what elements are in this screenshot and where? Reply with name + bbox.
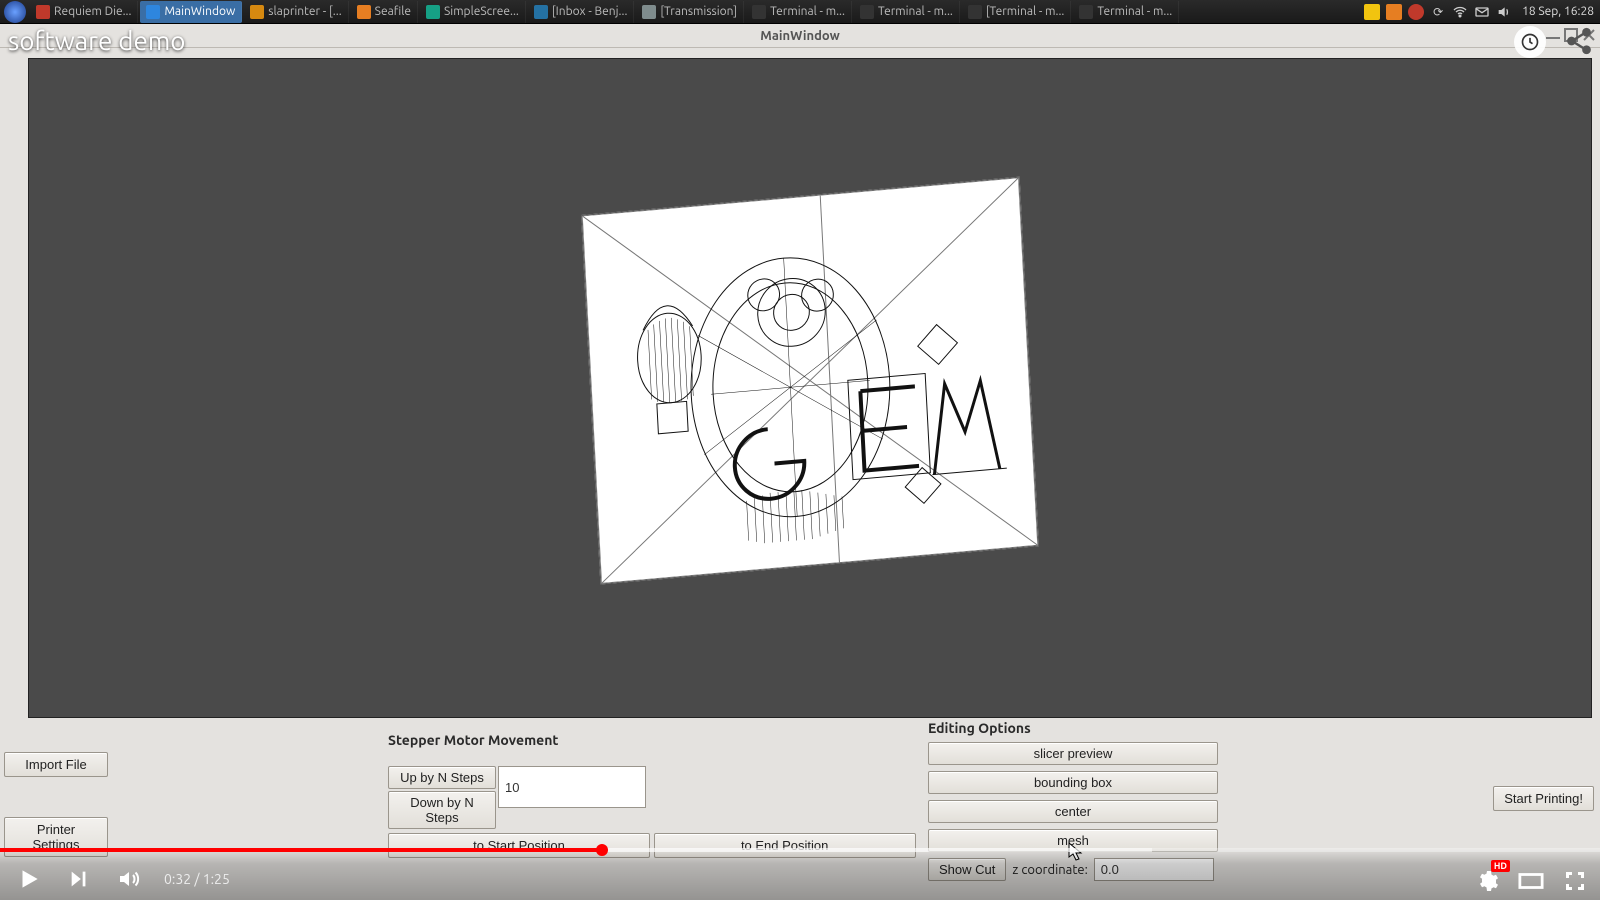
app-icon xyxy=(752,5,766,19)
sync-tray-icon[interactable] xyxy=(1386,4,1402,20)
watch-later-icon[interactable] xyxy=(1514,26,1546,58)
app-icon xyxy=(1079,5,1093,19)
wifi-tray-icon[interactable] xyxy=(1452,4,1468,20)
mesh-preview xyxy=(581,177,1039,585)
stepper-steps-input[interactable] xyxy=(498,766,646,808)
taskbar-item[interactable]: Terminal - m... xyxy=(746,1,852,23)
taskbar-item[interactable]: Terminal - m... xyxy=(854,1,960,23)
taskbar-item-label: MainWindow xyxy=(164,5,235,18)
progress-played xyxy=(0,848,602,852)
app-icon xyxy=(642,5,656,19)
stepper-down-button[interactable]: Down by N Steps xyxy=(388,791,496,829)
taskbar-item[interactable]: Terminal - m... xyxy=(1073,1,1179,23)
stepper-up-button[interactable]: Up by N Steps xyxy=(388,766,496,789)
share-icon[interactable] xyxy=(1564,26,1594,60)
taskbar-item-label: Requiem Die... xyxy=(54,5,131,18)
taskbar-item[interactable]: [Inbox - Benj... xyxy=(528,1,635,23)
start-printing-button[interactable]: Start Printing! xyxy=(1493,786,1594,811)
video-player-bar: 0:32 / 1:25 HD xyxy=(0,848,1600,900)
taskbar-item[interactable]: Requiem Die... xyxy=(30,1,138,23)
app-icon xyxy=(968,5,982,19)
taskbar-item-label: Seafile xyxy=(375,5,411,18)
volume-tray-icon[interactable] xyxy=(1496,4,1512,20)
progress-knob-icon[interactable] xyxy=(596,844,608,856)
video-title: software demo xyxy=(8,26,186,55)
taskbar-item[interactable]: slaprinter - [... xyxy=(244,1,348,23)
bounding-box-button[interactable]: bounding box xyxy=(928,771,1218,794)
taskbar-item[interactable]: [Transmission] xyxy=(636,1,744,23)
app-icon xyxy=(250,5,264,19)
app-icon xyxy=(534,5,548,19)
app-icon xyxy=(36,5,50,19)
taskbar-clock[interactable]: 18 Sep, 16:28 xyxy=(1522,5,1594,18)
app-body: Import File Printer Settings Stepper Mot… xyxy=(0,48,1600,900)
hd-badge: HD xyxy=(1491,860,1510,872)
play-icon[interactable] xyxy=(14,864,44,894)
taskbar-item-label: SimpleScree... xyxy=(444,5,519,18)
taskbar-item-label: Terminal - m... xyxy=(1097,5,1172,18)
slicer-preview-button[interactable]: slicer preview xyxy=(928,742,1218,765)
mail-tray-icon[interactable] xyxy=(1474,4,1490,20)
3d-viewport[interactable] xyxy=(28,58,1592,718)
taskbar-item-label: [Inbox - Benj... xyxy=(552,5,628,18)
system-tray: ⟳ 18 Sep, 16:28 xyxy=(1364,4,1600,20)
app-icon xyxy=(357,5,371,19)
desktop-taskbar: Requiem Die... MainWindow slaprinter - [..… xyxy=(0,0,1600,24)
taskbar-item[interactable]: MainWindow xyxy=(140,1,242,23)
volume-icon[interactable] xyxy=(114,864,144,894)
editing-heading: Editing Options xyxy=(928,720,1218,736)
settings-icon[interactable]: HD xyxy=(1472,866,1502,896)
fullscreen-icon[interactable] xyxy=(1560,866,1590,896)
stepper-heading: Stepper Motor Movement xyxy=(388,732,916,748)
import-file-button[interactable]: Import File xyxy=(4,752,108,777)
taskbar-item-label: [Transmission] xyxy=(660,5,737,18)
note-tray-icon[interactable] xyxy=(1364,4,1380,20)
start-menu-icon[interactable] xyxy=(4,1,26,23)
next-icon[interactable] xyxy=(64,864,94,894)
taskbar-item-label: [Terminal - m... xyxy=(986,5,1065,18)
app-icon xyxy=(860,5,874,19)
center-button[interactable]: center xyxy=(928,800,1218,823)
taskbar-item[interactable]: [Terminal - m... xyxy=(962,1,1072,23)
taskbar-item-label: Terminal - m... xyxy=(878,5,953,18)
taskbar-item[interactable]: SimpleScree... xyxy=(420,1,526,23)
taskbar-item[interactable]: Seafile xyxy=(351,1,418,23)
record-tray-icon[interactable] xyxy=(1408,4,1424,20)
window-titlebar: MainWindow xyxy=(0,24,1600,48)
video-time: 0:32 / 1:25 xyxy=(164,871,230,887)
updates-tray-icon[interactable]: ⟳ xyxy=(1430,4,1446,20)
window-title: MainWindow xyxy=(760,29,840,43)
taskbar-item-label: slaprinter - [... xyxy=(268,5,341,18)
taskbar-item-label: Terminal - m... xyxy=(770,5,845,18)
app-icon xyxy=(426,5,440,19)
theater-mode-icon[interactable] xyxy=(1516,866,1546,896)
app-icon xyxy=(146,5,160,19)
